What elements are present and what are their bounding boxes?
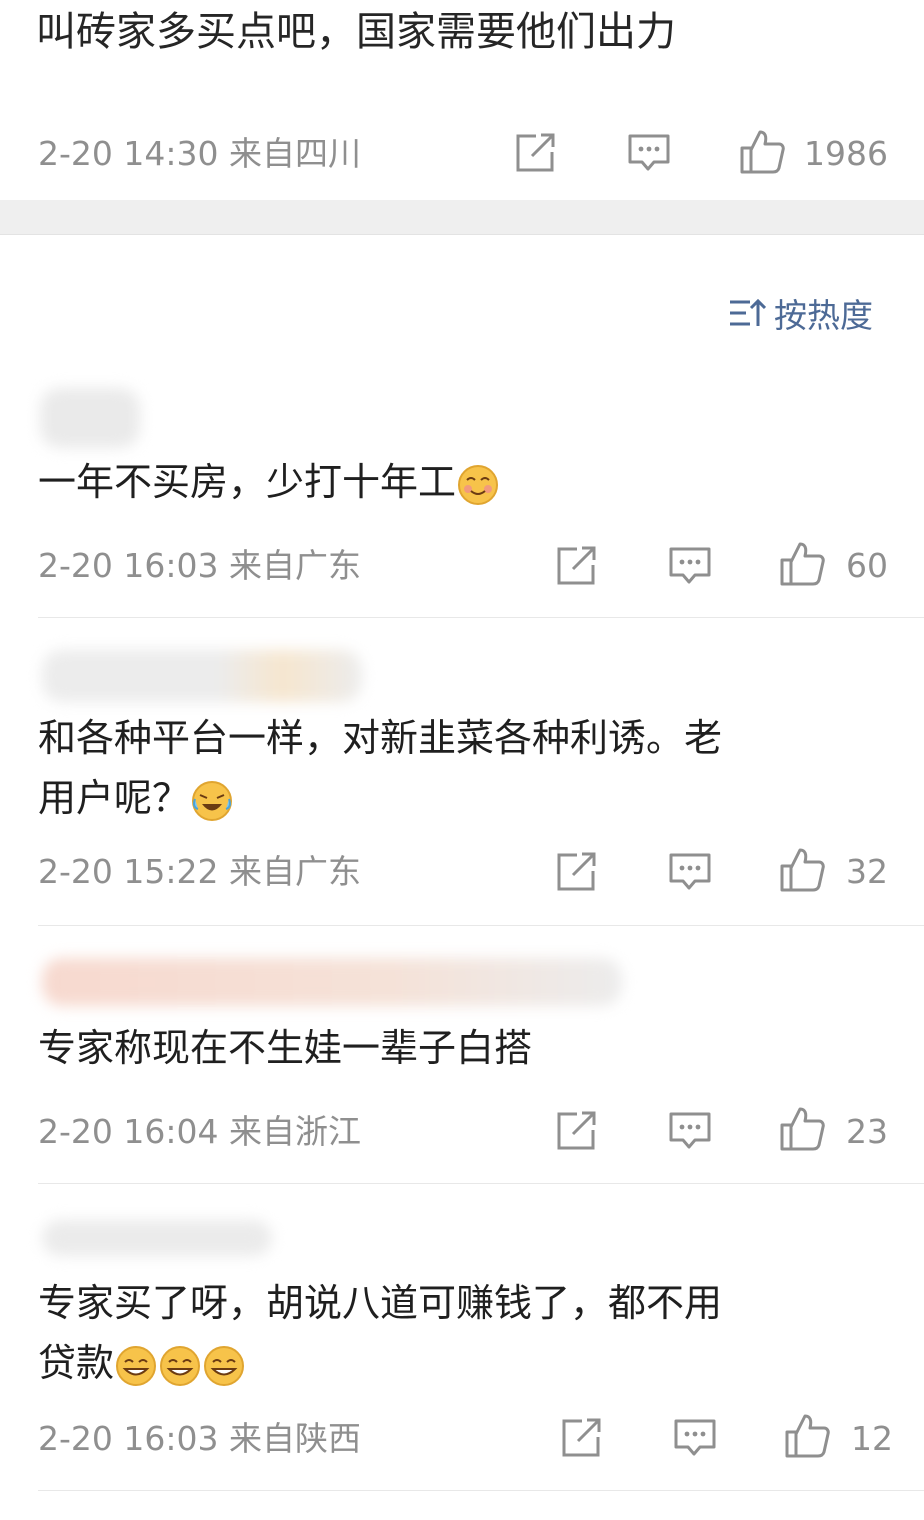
sort-label: 按热度 xyxy=(774,296,873,335)
share-icon[interactable] xyxy=(553,1109,599,1153)
divider xyxy=(38,617,924,618)
divider xyxy=(38,925,924,926)
like-count: 12 xyxy=(851,1419,893,1458)
comment-icon[interactable] xyxy=(672,1416,718,1460)
comment-text: 一年不买房，少打十年工 xyxy=(38,452,898,512)
like-count: 23 xyxy=(846,1112,888,1151)
divider xyxy=(38,1183,924,1184)
comment-text-line: 用户呢？ xyxy=(38,776,191,820)
comment-icon[interactable] xyxy=(667,850,713,894)
comment-text-line: 贷款 xyxy=(38,1341,115,1385)
share-icon[interactable] xyxy=(558,1416,604,1460)
comment-text-line: 专家买了呀，胡说八道可赚钱了，都不用 xyxy=(38,1281,723,1325)
comment-meta: 2-20 16:03 来自陕西 xyxy=(38,1419,361,1458)
comment-text: 专家买了呀，胡说八道可赚钱了，都不用 贷款 xyxy=(38,1273,898,1393)
blurred-username xyxy=(40,388,140,448)
comment-text: 和各种平台一样，对新韭菜各种利诱。老 用户呢？ xyxy=(38,708,898,828)
comment-text-content: 专家称现在不生娃一辈子白搭 xyxy=(38,1026,533,1070)
comment-meta: 2-20 15:22 来自广东 xyxy=(38,852,361,891)
section-separator xyxy=(0,200,924,235)
like-count: 1986 xyxy=(804,134,888,173)
share-icon[interactable] xyxy=(512,131,558,175)
top-post-meta: 2-20 14:30 来自四川 xyxy=(38,134,361,173)
comment-text-line: 和各种平台一样，对新韭菜各种利诱。老 xyxy=(38,716,723,760)
thumbs-up-icon[interactable] xyxy=(778,540,826,588)
share-icon[interactable] xyxy=(553,544,599,588)
thumbs-up-icon[interactable] xyxy=(778,846,826,894)
comment-icon[interactable] xyxy=(667,1109,713,1153)
grin-emoji-icon xyxy=(116,1345,245,1386)
comment-meta: 2-20 16:03 来自广东 xyxy=(38,546,361,585)
thumbs-up-icon[interactable] xyxy=(778,1105,826,1153)
laugh-cry-emoji-icon xyxy=(192,780,233,821)
thumbs-up-icon[interactable] xyxy=(738,128,786,176)
thumbs-up-icon[interactable] xyxy=(783,1412,831,1460)
smile-emoji-icon xyxy=(458,464,499,505)
top-post-text: 叫砖家多买点吧，国家需要他们出力 xyxy=(36,9,676,55)
comment-meta: 2-20 16:04 来自浙江 xyxy=(38,1112,361,1151)
blurred-username xyxy=(42,650,362,702)
divider xyxy=(38,1490,924,1491)
comment-icon[interactable] xyxy=(667,544,713,588)
share-icon[interactable] xyxy=(553,850,599,894)
blurred-username xyxy=(42,958,622,1006)
like-count: 60 xyxy=(846,546,888,585)
like-count: 32 xyxy=(846,852,888,891)
comment-text-content: 一年不买房，少打十年工 xyxy=(38,460,457,504)
comment-icon[interactable] xyxy=(626,131,672,175)
sort-by-hot-button[interactable]: 按热度 xyxy=(728,290,873,336)
comment-text: 专家称现在不生娃一辈子白搭 xyxy=(38,1018,898,1078)
blurred-username xyxy=(42,1220,272,1256)
sort-icon xyxy=(730,298,766,326)
